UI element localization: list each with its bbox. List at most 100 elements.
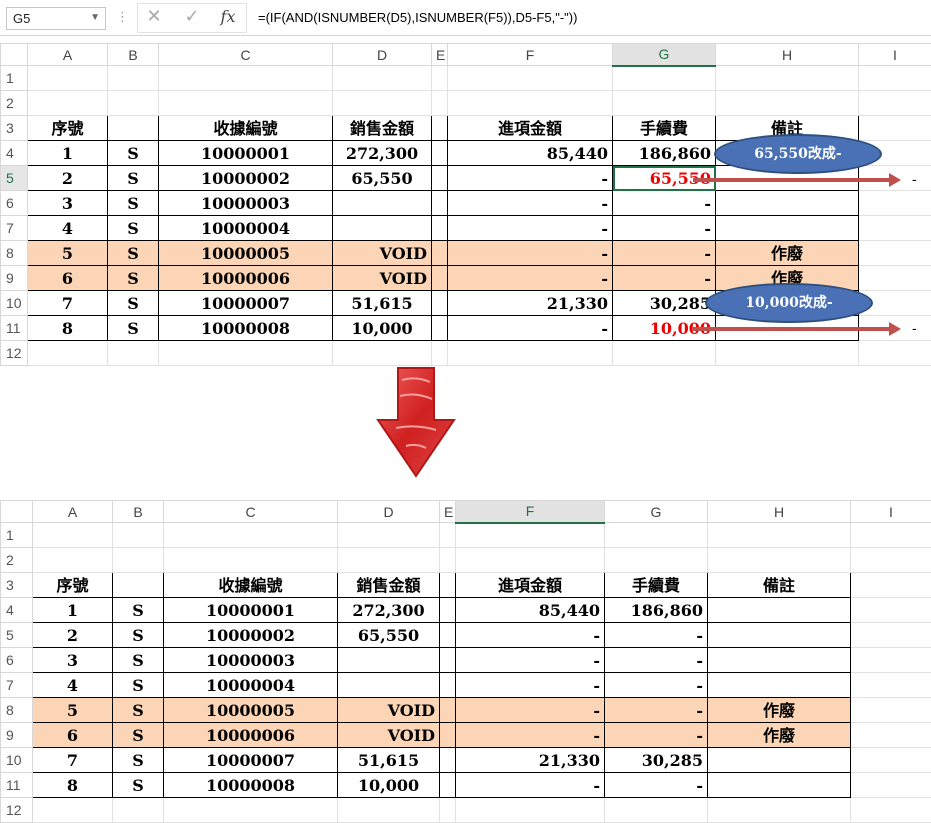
cell-h11[interactable] bbox=[707, 772, 851, 798]
cell-a7[interactable]: 4 bbox=[32, 672, 113, 698]
cell-g8[interactable]: - bbox=[612, 240, 716, 266]
cell-d11[interactable]: 10,000 bbox=[332, 315, 432, 341]
cell-b10[interactable]: S bbox=[112, 747, 164, 773]
cell-e11[interactable] bbox=[431, 315, 448, 341]
cell-g7[interactable]: - bbox=[612, 215, 716, 241]
cell-b2[interactable] bbox=[112, 547, 164, 573]
cell-h1[interactable] bbox=[715, 65, 859, 91]
row-header-11[interactable]: 11 bbox=[0, 315, 28, 341]
cell-c6[interactable]: 10000003 bbox=[163, 647, 338, 673]
cell-b6[interactable]: S bbox=[107, 190, 159, 216]
cell-i4[interactable] bbox=[850, 597, 931, 623]
cell-i12[interactable] bbox=[858, 340, 931, 366]
cell-f10[interactable]: 21,330 bbox=[447, 290, 613, 316]
cell-b9[interactable]: S bbox=[107, 265, 159, 291]
row-header-3[interactable]: 3 bbox=[0, 115, 28, 141]
cell-a1[interactable] bbox=[32, 522, 113, 548]
cell-c4[interactable]: 10000001 bbox=[163, 597, 338, 623]
cell-h8[interactable]: 作廢 bbox=[707, 697, 851, 723]
cell-a12[interactable] bbox=[32, 797, 113, 823]
cell-f11[interactable]: - bbox=[447, 315, 613, 341]
cell-e7[interactable] bbox=[431, 215, 448, 241]
cell-b12[interactable] bbox=[112, 797, 164, 823]
cell-a4[interactable]: 1 bbox=[27, 140, 108, 166]
cell-b5[interactable]: S bbox=[107, 165, 159, 191]
row-header-8[interactable]: 8 bbox=[0, 697, 33, 723]
column-header-e[interactable]: E bbox=[431, 43, 448, 66]
cell-d1[interactable] bbox=[337, 522, 440, 548]
cell-d1[interactable] bbox=[332, 65, 432, 91]
cell-a5[interactable]: 2 bbox=[27, 165, 108, 191]
row-header-5[interactable]: 5 bbox=[0, 165, 28, 191]
column-header-d[interactable]: D bbox=[337, 500, 440, 523]
cell-a6[interactable]: 3 bbox=[32, 647, 113, 673]
cell-b5[interactable]: S bbox=[112, 622, 164, 648]
cell-i9[interactable] bbox=[850, 722, 931, 748]
cell-h7[interactable] bbox=[715, 215, 859, 241]
cell-g2[interactable] bbox=[604, 547, 708, 573]
cell-c1[interactable] bbox=[163, 522, 338, 548]
cell-c11[interactable]: 10000008 bbox=[158, 315, 333, 341]
column-header-i[interactable]: I bbox=[858, 43, 931, 66]
cell-g6[interactable]: - bbox=[604, 647, 708, 673]
cell-d12[interactable] bbox=[332, 340, 432, 366]
cell-h6[interactable] bbox=[707, 647, 851, 673]
cell-i10[interactable] bbox=[850, 747, 931, 773]
select-all-corner[interactable] bbox=[0, 43, 28, 66]
cell-h12[interactable] bbox=[707, 797, 851, 823]
cell-a3[interactable]: 序號 bbox=[27, 115, 108, 141]
row-header-4[interactable]: 4 bbox=[0, 140, 28, 166]
row-header-10[interactable]: 10 bbox=[0, 290, 28, 316]
cell-f7[interactable]: - bbox=[455, 672, 605, 698]
cell-g4[interactable]: 186,860 bbox=[612, 140, 716, 166]
cell-e9[interactable] bbox=[439, 722, 456, 748]
cell-f9[interactable]: - bbox=[455, 722, 605, 748]
cell-g12[interactable] bbox=[612, 340, 716, 366]
cell-g3[interactable]: 手續費 bbox=[604, 572, 708, 598]
cell-h7[interactable] bbox=[707, 672, 851, 698]
row-header-2[interactable]: 2 bbox=[0, 90, 28, 116]
row-header-10[interactable]: 10 bbox=[0, 747, 33, 773]
column-header-f[interactable]: F bbox=[455, 500, 605, 524]
cell-d7[interactable] bbox=[337, 672, 440, 698]
cell-d3[interactable]: 銷售金額 bbox=[332, 115, 432, 141]
cell-d2[interactable] bbox=[337, 547, 440, 573]
cell-d7[interactable] bbox=[332, 215, 432, 241]
cell-e10[interactable] bbox=[431, 290, 448, 316]
row-header-11[interactable]: 11 bbox=[0, 772, 33, 798]
cell-b9[interactable]: S bbox=[112, 722, 164, 748]
cell-c11[interactable]: 10000008 bbox=[163, 772, 338, 798]
insert-function-icon[interactable]: fx bbox=[215, 5, 241, 29]
cell-a5[interactable]: 2 bbox=[32, 622, 113, 648]
cancel-icon[interactable]: ✕ bbox=[141, 5, 167, 29]
cell-a4[interactable]: 1 bbox=[32, 597, 113, 623]
cell-e12[interactable] bbox=[431, 340, 448, 366]
cell-g11[interactable]: - bbox=[604, 772, 708, 798]
row-header-1[interactable]: 1 bbox=[0, 522, 33, 548]
cell-b6[interactable]: S bbox=[112, 647, 164, 673]
select-all-corner[interactable] bbox=[0, 500, 33, 523]
cell-i5[interactable] bbox=[850, 622, 931, 648]
cell-a10[interactable]: 7 bbox=[32, 747, 113, 773]
row-header-7[interactable]: 7 bbox=[0, 215, 28, 241]
cell-e2[interactable] bbox=[439, 547, 456, 573]
cell-f3[interactable]: 進項金額 bbox=[447, 115, 613, 141]
cell-f7[interactable]: - bbox=[447, 215, 613, 241]
cell-g9[interactable]: - bbox=[612, 265, 716, 291]
cell-b8[interactable]: S bbox=[107, 240, 159, 266]
cell-f4[interactable]: 85,440 bbox=[455, 597, 605, 623]
cell-e1[interactable] bbox=[439, 522, 456, 548]
cell-e6[interactable] bbox=[431, 190, 448, 216]
cell-d2[interactable] bbox=[332, 90, 432, 116]
cell-a2[interactable] bbox=[32, 547, 113, 573]
cell-f8[interactable]: - bbox=[447, 240, 613, 266]
column-header-g[interactable]: G bbox=[612, 43, 716, 67]
cell-a9[interactable]: 6 bbox=[32, 722, 113, 748]
cell-d5[interactable]: 65,550 bbox=[332, 165, 432, 191]
cell-g4[interactable]: 186,860 bbox=[604, 597, 708, 623]
cell-d4[interactable]: 272,300 bbox=[337, 597, 440, 623]
cell-b10[interactable]: S bbox=[107, 290, 159, 316]
cell-a1[interactable] bbox=[27, 65, 108, 91]
cell-b1[interactable] bbox=[112, 522, 164, 548]
cell-c7[interactable]: 10000004 bbox=[163, 672, 338, 698]
